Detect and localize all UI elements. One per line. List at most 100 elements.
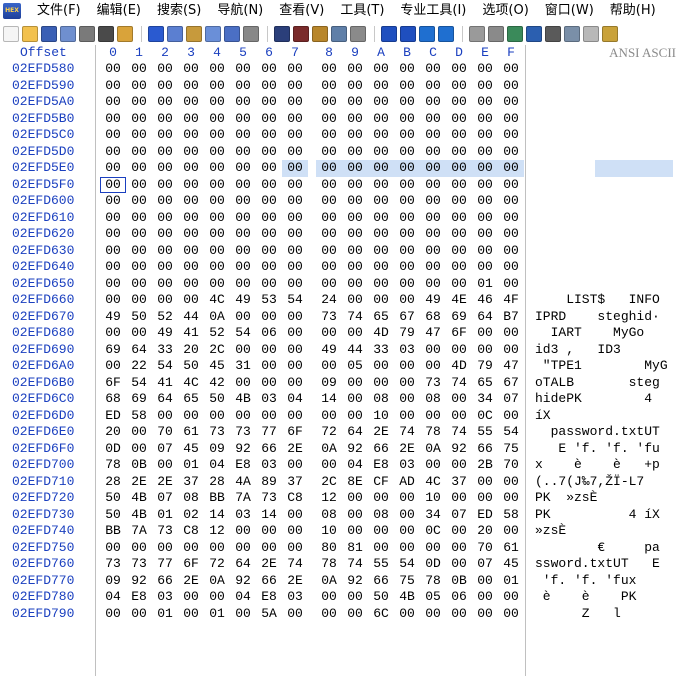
hex-byte[interactable]: 00: [446, 61, 472, 78]
hex-byte[interactable]: 00: [230, 193, 256, 210]
replace-hex-icon[interactable]: [331, 26, 347, 42]
hex-byte[interactable]: 01: [204, 606, 230, 623]
hex-byte[interactable]: 08: [420, 391, 446, 408]
hex-byte[interactable]: 00: [342, 177, 368, 194]
ascii-row[interactable]: [527, 210, 692, 227]
hex-byte[interactable]: 00: [100, 358, 126, 375]
hex-byte[interactable]: 70: [152, 424, 178, 441]
hex-byte[interactable]: 00: [394, 243, 420, 260]
hex-byte[interactable]: 00: [446, 111, 472, 128]
hex-byte[interactable]: 00: [316, 144, 342, 161]
hex-byte[interactable]: 2E: [282, 441, 308, 458]
hex-byte[interactable]: 00: [100, 276, 126, 293]
hex-byte[interactable]: 2E: [368, 424, 394, 441]
hex-row[interactable]: 69 64 33 20 2C 00 00 00 49 44 33 03 00 00 00 00: [97, 342, 525, 359]
menu-item-5[interactable]: 工具(T): [332, 0, 392, 22]
hex-byte[interactable]: 00: [342, 490, 368, 507]
disk-icon[interactable]: [469, 26, 485, 42]
properties-icon[interactable]: [98, 26, 114, 42]
hex-byte[interactable]: 00: [368, 292, 394, 309]
hex-byte[interactable]: 00: [368, 540, 394, 557]
ascii-row[interactable]: password.txtUT: [527, 424, 692, 441]
hex-byte[interactable]: 00: [342, 193, 368, 210]
hex-byte[interactable]: 07: [472, 556, 498, 573]
hex-byte[interactable]: 00: [394, 78, 420, 95]
hex-byte[interactable]: 00: [230, 177, 256, 194]
hex-byte[interactable]: 00: [498, 523, 524, 540]
hex-byte[interactable]: 00: [152, 276, 178, 293]
hex-byte[interactable]: 08: [368, 507, 394, 524]
hex-byte[interactable]: 00: [126, 94, 152, 111]
hex-row[interactable]: 20 00 70 61 73 73 77 6F 72 64 2E 74 78 74 55 54: [97, 424, 525, 441]
hex-byte[interactable]: 00: [446, 78, 472, 95]
hex-byte[interactable]: 73: [126, 556, 152, 573]
hex-byte[interactable]: 00: [256, 243, 282, 260]
menu-item-8[interactable]: 窗口(W): [537, 0, 602, 22]
hex-byte[interactable]: 00: [446, 457, 472, 474]
hex-byte[interactable]: 00: [394, 210, 420, 227]
hex-row[interactable]: 00 00 00 00 00 00 00 00 00 00 00 00 00 00 00 00: [97, 210, 525, 227]
ascii-row[interactable]: [527, 94, 692, 111]
hex-byte[interactable]: 00: [152, 78, 178, 95]
hex-byte[interactable]: 00: [204, 94, 230, 111]
hex-byte[interactable]: 03: [256, 457, 282, 474]
hex-byte[interactable]: 00: [230, 144, 256, 161]
hex-byte[interactable]: 00: [498, 276, 524, 293]
hex-byte[interactable]: 79: [394, 325, 420, 342]
hex-byte[interactable]: 58: [498, 507, 524, 524]
hex-byte[interactable]: 00: [498, 474, 524, 491]
hex-byte[interactable]: 54: [126, 375, 152, 392]
hex-byte[interactable]: 4D: [368, 325, 394, 342]
hex-byte[interactable]: 00: [420, 94, 446, 111]
hex-byte[interactable]: 00: [420, 342, 446, 359]
hex-byte[interactable]: 00: [230, 226, 256, 243]
hex-byte[interactable]: 00: [256, 177, 282, 194]
hex-byte[interactable]: 00: [316, 259, 342, 276]
hex-byte[interactable]: 00: [204, 160, 230, 177]
hex-byte[interactable]: 78: [316, 556, 342, 573]
hex-byte[interactable]: 73: [152, 523, 178, 540]
hex-byte[interactable]: 73: [100, 556, 126, 573]
hex-byte[interactable]: 00: [204, 177, 230, 194]
hex-byte[interactable]: 00: [126, 441, 152, 458]
hex-byte[interactable]: 04: [204, 457, 230, 474]
hex-byte[interactable]: 00: [282, 309, 308, 326]
hex-byte[interactable]: 45: [204, 358, 230, 375]
hex-byte[interactable]: 00: [230, 127, 256, 144]
hex-row[interactable]: 00 00 00 00 00 00 00 00 00 00 00 00 00 00 00 00: [97, 78, 525, 95]
hex-byte[interactable]: 54: [498, 424, 524, 441]
hex-byte[interactable]: 00: [204, 78, 230, 95]
hex-byte[interactable]: 20: [472, 523, 498, 540]
hex-byte[interactable]: 73: [256, 490, 282, 507]
hex-byte[interactable]: 00: [126, 144, 152, 161]
hex-byte[interactable]: 0D: [100, 441, 126, 458]
hex-row[interactable]: 6F 54 41 4C 42 00 00 00 09 00 00 00 73 74 65 67: [97, 375, 525, 392]
hex-byte[interactable]: 4C: [204, 292, 230, 309]
hex-byte[interactable]: 00: [498, 259, 524, 276]
hex-byte[interactable]: 00: [204, 144, 230, 161]
hex-byte[interactable]: 08: [178, 490, 204, 507]
hex-byte[interactable]: 49: [152, 325, 178, 342]
hex-byte[interactable]: 00: [126, 193, 152, 210]
hex-byte[interactable]: 74: [342, 309, 368, 326]
hex-byte[interactable]: 44: [342, 342, 368, 359]
hex-byte[interactable]: 5A: [256, 606, 282, 623]
hex-byte[interactable]: 03: [282, 589, 308, 606]
hex-search-icon[interactable]: [350, 26, 366, 42]
hex-row[interactable]: 00 00 00 00 00 00 00 00 00 00 00 00 00 00 00 00: [97, 243, 525, 260]
hex-byte[interactable]: 00: [316, 193, 342, 210]
hex-byte[interactable]: 12: [316, 490, 342, 507]
hex-byte[interactable]: 6C: [368, 606, 394, 623]
hex-row[interactable]: ED 58 00 00 00 00 00 00 00 00 10 00 00 00 0C 00: [97, 408, 525, 425]
hex-byte[interactable]: 00: [472, 210, 498, 227]
hex-byte[interactable]: 34: [420, 507, 446, 524]
hex-byte[interactable]: 00: [126, 160, 152, 177]
hex-byte[interactable]: 00: [316, 210, 342, 227]
ascii-row[interactable]: Z l: [527, 606, 692, 623]
hex-byte[interactable]: 00: [394, 144, 420, 161]
hex-byte[interactable]: 00: [498, 243, 524, 260]
hex-byte[interactable]: 00: [368, 375, 394, 392]
ascii-row[interactable]: PK 4 íX: [527, 507, 692, 524]
hex-byte[interactable]: 00: [282, 259, 308, 276]
hex-byte[interactable]: 92: [342, 573, 368, 590]
